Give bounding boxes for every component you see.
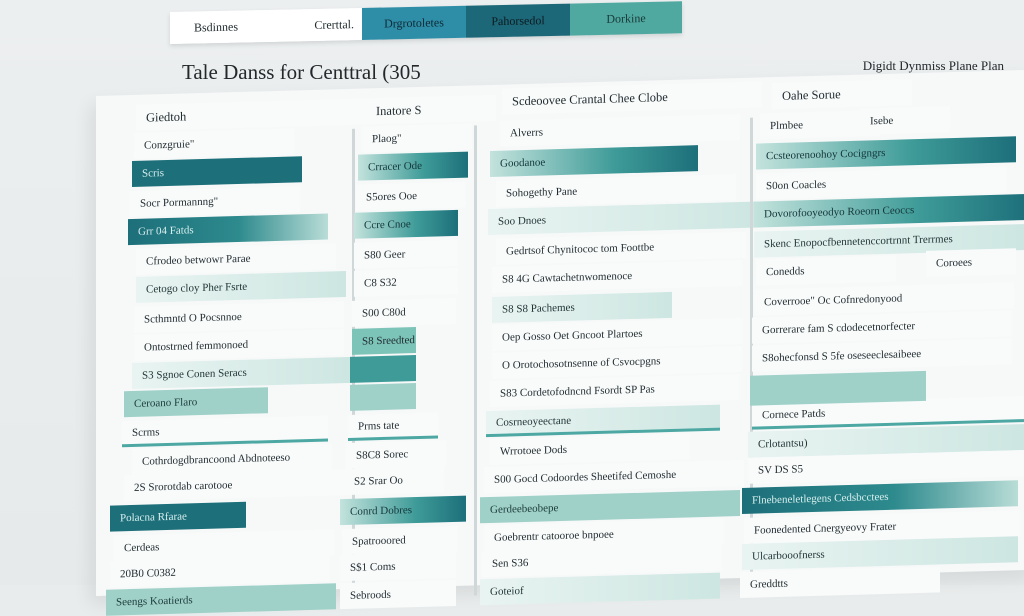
- col2-header: Inatore S: [366, 95, 476, 125]
- table-row[interactable]: Seengs Koatierds: [106, 583, 336, 616]
- table-row[interactable]: S8 4G Cawtachetnwomenoce: [492, 259, 742, 293]
- tab-bar: Bsdinnes Crerttal. Drgrotoletes Pahorsed…: [170, 1, 682, 44]
- tab-central[interactable]: Crerttal.: [262, 7, 362, 43]
- table-row[interactable]: Goodanoe: [490, 145, 698, 177]
- table-sheet: Giedtoh Conzgruie" Scris Socr Pormannng"…: [96, 69, 1024, 616]
- table-row[interactable]: Greddtts: [740, 566, 940, 599]
- table-row[interactable]: S83 Cordetofodncnd Fsordt SP Pas: [490, 374, 740, 407]
- table-row[interactable]: Cosrneoyeectane: [486, 404, 720, 438]
- highlight-block: [750, 370, 926, 406]
- table-row[interactable]: Sen S36: [482, 544, 722, 578]
- table-row[interactable]: Scthmntd O Pocsnnoe: [134, 301, 344, 333]
- table-row[interactable]: Wrrotoee Dods: [490, 433, 690, 465]
- table-row[interactable]: S5ores Ooe: [356, 181, 466, 211]
- table-row[interactable]: Conzgruie": [134, 128, 294, 159]
- table-row[interactable]: Crracer Ode: [358, 151, 468, 181]
- table-row[interactable]: Alverrs: [500, 114, 740, 147]
- table-row[interactable]: Sebroods: [340, 579, 456, 610]
- table-row-highlight[interactable]: [350, 383, 416, 411]
- table-row[interactable]: Flnebeneletlegens Cedsbcctees: [742, 480, 1018, 514]
- table-row[interactable]: S2 Srar Oo: [344, 466, 444, 496]
- document-scene: Bsdinnes Crerttal. Drgrotoletes Pahorsed…: [0, 0, 1024, 616]
- table-row[interactable]: S00 C80d: [352, 297, 456, 327]
- table-row[interactable]: Ccsteorenoohoy Cocigngrs: [756, 136, 1016, 170]
- table-row[interactable]: S80 Geer: [354, 239, 458, 269]
- table-row[interactable]: Scrms: [122, 415, 328, 448]
- table-row[interactable]: 20B0 C0382: [110, 555, 330, 588]
- col4-subheader-b: Isebe: [860, 106, 950, 135]
- table-row[interactable]: 2S Srorotdab carotooe: [124, 469, 344, 502]
- table-row[interactable]: Scris: [132, 156, 302, 187]
- tab-dorkine[interactable]: Dorkine: [570, 1, 682, 36]
- table-row[interactable]: Prms tate: [348, 412, 438, 441]
- column-divider: [474, 125, 477, 596]
- table-row[interactable]: Goteiof: [480, 572, 720, 606]
- table-row[interactable]: S8ohecfonsd S 5fe oseseeclesaibeee: [752, 338, 1012, 372]
- table-row[interactable]: Coroees: [926, 248, 1016, 277]
- table-row[interactable]: Soo Dnoes: [488, 201, 758, 236]
- table-row[interactable]: Ccre Cnoe: [354, 209, 458, 239]
- col4-header: Oahe Sorue: [772, 79, 912, 110]
- table-row[interactable]: Grr 04 Fatds: [128, 213, 328, 246]
- table-row[interactable]: Spatrooored: [342, 525, 458, 556]
- page-title: Tale Danss for Centtral (305: [182, 60, 421, 84]
- table-row[interactable]: Cfrodeo betwowr Parae: [136, 243, 336, 275]
- table-row[interactable]: S8C8 Sorec: [346, 440, 446, 470]
- table-row[interactable]: Polacna Rfarae: [110, 501, 246, 532]
- table-row[interactable]: Ceroano Flaro: [124, 387, 268, 418]
- table-row[interactable]: Ontostrned femmonoed: [134, 329, 344, 361]
- table-row[interactable]: S$1 Coms: [340, 551, 456, 582]
- tab-drgrotoletes[interactable]: Drgrotoletes: [362, 5, 466, 40]
- table-row[interactable]: S3 Sgnoe Conen Seracs: [132, 356, 352, 389]
- table-row[interactable]: Plaog": [362, 123, 472, 153]
- table-row[interactable]: Cetogo cloy Pher Fsrte: [136, 271, 346, 303]
- table-row[interactable]: S8 S8 Pachemes: [492, 291, 672, 323]
- table-row[interactable]: C8 S32: [354, 267, 458, 297]
- tab-business[interactable]: Bsdinnes: [170, 10, 262, 44]
- table-row[interactable]: S00 Gocd Codoordes Sheetifed Cemoshe: [484, 459, 744, 494]
- tab-pahorsedol[interactable]: Pahorsedol: [466, 3, 570, 38]
- table-row[interactable]: Conrd Dobres: [340, 495, 466, 526]
- table-row[interactable]: S8 Sreedted: [352, 327, 416, 355]
- table-row[interactable]: Conedds: [756, 255, 896, 286]
- table-row[interactable]: Dovorofooyeodyo Roeorn Ceoccs: [754, 193, 1024, 228]
- table-row[interactable]: Socr Pormannng": [130, 186, 300, 218]
- table-row[interactable]: Sohogethy Pane: [496, 174, 736, 207]
- col3-header: Scdeoovee Crantal Chee Clobe: [502, 81, 762, 115]
- table-row-highlight[interactable]: [350, 355, 416, 383]
